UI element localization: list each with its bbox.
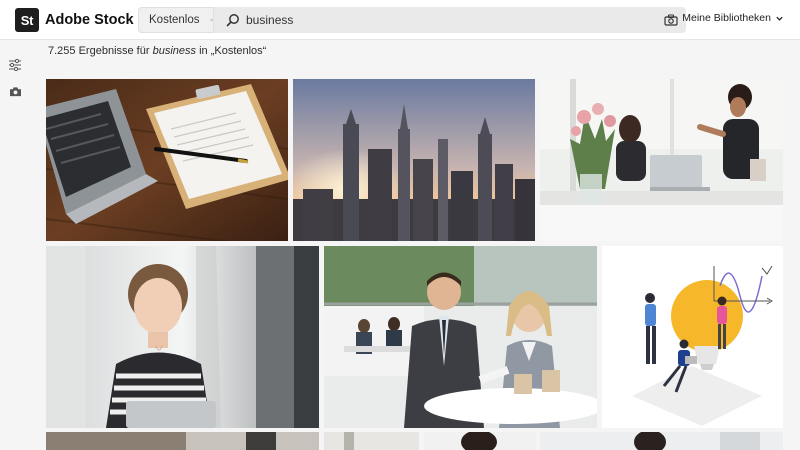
image-tile[interactable] bbox=[293, 79, 535, 241]
image-tile[interactable] bbox=[602, 246, 783, 428]
top-header: St Adobe Stock Kostenlos Meine Bibliothe… bbox=[0, 0, 800, 40]
image-tile[interactable] bbox=[324, 432, 419, 450]
image-tile[interactable] bbox=[46, 79, 288, 241]
logo-mark: St bbox=[15, 8, 39, 32]
results-count: 7.255 bbox=[48, 45, 76, 57]
camera-icon bbox=[664, 14, 678, 26]
logo-name: Adobe Stock bbox=[45, 12, 134, 28]
image-tile[interactable] bbox=[46, 246, 319, 428]
visual-search-rail-button[interactable] bbox=[7, 83, 23, 99]
chevron-down-icon bbox=[776, 16, 783, 21]
results-prefix: Ergebnisse für bbox=[78, 45, 150, 57]
image-woman-with-laptop bbox=[46, 246, 319, 428]
search-input[interactable] bbox=[246, 8, 656, 32]
scope-label: Kostenlos bbox=[149, 14, 200, 26]
image-tile[interactable] bbox=[540, 79, 783, 241]
chevron-down-icon bbox=[210, 19, 213, 21]
results-mid: in bbox=[199, 45, 208, 57]
image-tile[interactable] bbox=[424, 432, 536, 450]
adobe-stock-logo[interactable]: St Adobe Stock bbox=[15, 8, 134, 32]
left-rail bbox=[0, 41, 30, 450]
image-partial bbox=[46, 432, 319, 450]
image-tile[interactable] bbox=[46, 432, 319, 450]
image-city-skyline bbox=[293, 79, 535, 241]
filters-button[interactable] bbox=[7, 57, 23, 73]
image-tile[interactable] bbox=[540, 432, 783, 450]
search-icon bbox=[226, 14, 239, 27]
image-partial bbox=[540, 432, 783, 450]
results-term: business bbox=[152, 45, 197, 57]
image-partial bbox=[324, 432, 419, 450]
sliders-icon bbox=[9, 59, 21, 71]
results-summary: 7.255 Ergebnisse für business in „Kosten… bbox=[48, 45, 266, 57]
image-laptop-clipboard bbox=[46, 79, 288, 241]
results-scope: „Kostenlos“ bbox=[210, 45, 267, 57]
scope-dropdown[interactable]: Kostenlos bbox=[138, 7, 214, 33]
camera-icon bbox=[9, 86, 21, 96]
image-business-meeting bbox=[324, 246, 597, 428]
libraries-menu[interactable]: Meine Bibliotheken bbox=[682, 12, 784, 24]
image-lightbulb-illustration bbox=[602, 246, 783, 428]
search-bar: Kostenlos bbox=[138, 7, 686, 33]
image-partial bbox=[424, 432, 536, 450]
libraries-label: Meine Bibliotheken bbox=[682, 12, 771, 24]
image-tile[interactable] bbox=[324, 246, 597, 428]
image-women-at-desk bbox=[540, 79, 783, 241]
